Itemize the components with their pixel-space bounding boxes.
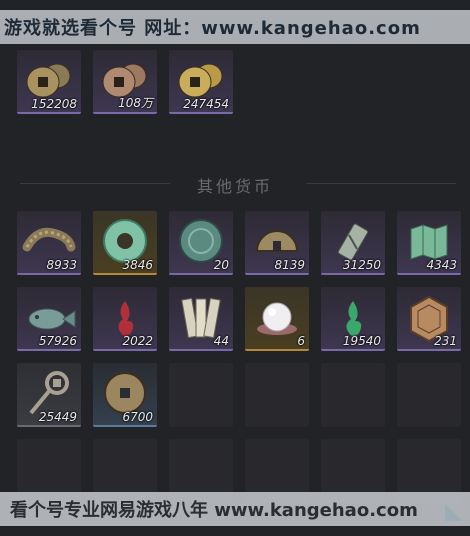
empty-slot bbox=[397, 363, 461, 427]
currency-count: 152208 bbox=[31, 97, 77, 111]
currency-slot[interactable]: 6700 bbox=[93, 363, 157, 427]
empty-slot bbox=[321, 363, 385, 427]
currency-slot[interactable]: 57926 bbox=[17, 287, 81, 351]
currency-count: 6 bbox=[297, 334, 305, 348]
currency-slot[interactable]: 231 bbox=[397, 287, 461, 351]
currency-slot[interactable]: 8933 bbox=[17, 211, 81, 275]
top-banner-text: 游戏就选看个号 网址：www.kangehao.com bbox=[4, 18, 421, 39]
currency-slot[interactable]: 152208 bbox=[17, 50, 81, 114]
currency-slot[interactable]: 2022 bbox=[93, 287, 157, 351]
currency-count: 57926 bbox=[38, 334, 77, 348]
currency-count: 108万 bbox=[118, 96, 153, 110]
currency-slot[interactable]: 8139 bbox=[245, 211, 309, 275]
currency-slot[interactable]: 44 bbox=[169, 287, 233, 351]
currency-count: 3846 bbox=[122, 258, 153, 272]
currency-slot[interactable]: 31250 bbox=[321, 211, 385, 275]
bottom-banner-text: 看个号专业网易游戏八年 www.kangehao.com bbox=[10, 500, 418, 521]
currency-count: 8933 bbox=[46, 258, 77, 272]
empty-slot bbox=[245, 363, 309, 427]
currency-slot[interactable]: 19540 bbox=[321, 287, 385, 351]
currency-slot[interactable]: 4343 bbox=[397, 211, 461, 275]
watermark-logo-icon: ◣ bbox=[445, 499, 462, 524]
currency-slot[interactable]: 108万 bbox=[93, 50, 157, 114]
currency-count: 31250 bbox=[342, 258, 381, 272]
currency-count: 231 bbox=[434, 334, 457, 348]
currency-slot[interactable]: 6 bbox=[245, 287, 309, 351]
currency-count: 20 bbox=[213, 258, 229, 272]
currency-count: 8139 bbox=[274, 258, 305, 272]
currency-count: 44 bbox=[213, 334, 229, 348]
divider-right bbox=[306, 183, 456, 184]
currency-slot[interactable]: 25449 bbox=[17, 363, 81, 427]
currency-slot[interactable]: 3846 bbox=[93, 211, 157, 275]
top-watermark-banner: 游戏就选看个号 网址：www.kangehao.com bbox=[0, 10, 470, 44]
currency-slot[interactable]: 247454 bbox=[169, 50, 233, 114]
currency-slot[interactable]: 20 bbox=[169, 211, 233, 275]
bottom-watermark-banner: 看个号专业网易游戏八年 www.kangehao.com bbox=[0, 492, 470, 526]
empty-slot bbox=[169, 363, 233, 427]
currency-count: 247454 bbox=[183, 97, 229, 111]
currency-count: 19540 bbox=[342, 334, 381, 348]
currency-count: 6700 bbox=[122, 410, 153, 424]
currency-count: 25449 bbox=[38, 410, 77, 424]
section-title: 其他货币 bbox=[196, 177, 273, 196]
currency-count: 2022 bbox=[122, 334, 153, 348]
currency-count: 4343 bbox=[426, 258, 457, 272]
